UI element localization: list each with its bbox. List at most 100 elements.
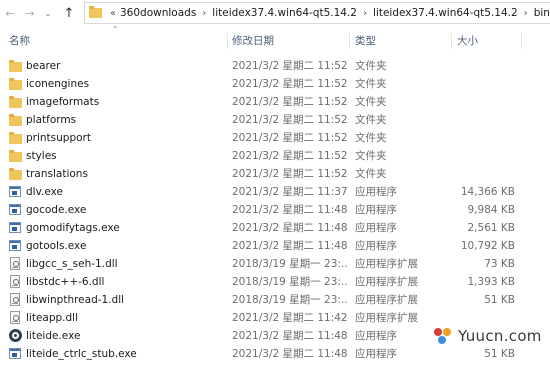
exe-icon: [9, 204, 21, 215]
file-date: 2021/3/2 星期二 11:52: [232, 168, 348, 180]
file-date: 2021/3/2 星期二 11:52: [232, 78, 348, 90]
column-header-type[interactable]: 类型: [355, 30, 376, 52]
file-date: 2021/3/2 星期二 11:37: [232, 186, 348, 198]
breadcrumb[interactable]: ‹‹ 360downloads › liteidex37.4.win64-qt5…: [84, 2, 550, 24]
list-item[interactable]: styles 2021/3/2 星期二 11:52 文件夹: [0, 147, 550, 165]
folder-icon: [9, 114, 22, 126]
column-header-date[interactable]: 修改日期: [232, 30, 274, 52]
file-size: [430, 165, 515, 183]
forward-icon[interactable]: →: [22, 2, 38, 24]
file-name: liteide.exe: [26, 330, 81, 342]
chevron-right-icon[interactable]: ›: [202, 8, 206, 19]
file-name: libwinpthread-1.dll: [26, 294, 125, 306]
dll-icon: [10, 311, 20, 324]
file-date: 2021/3/2 星期二 11:48: [232, 222, 348, 234]
file-size: 2,561 KB: [467, 222, 516, 234]
list-item[interactable]: gocode.exe 2021/3/2 星期二 11:48 应用程序 9,984 KB: [0, 201, 550, 219]
file-size: 10,792 KB: [460, 240, 515, 252]
list-item[interactable]: printsupport 2021/3/2 星期二 11:52 文件夹: [0, 129, 550, 147]
breadcrumb-item[interactable]: bin: [534, 7, 550, 19]
exe-icon: [9, 240, 21, 251]
watermark-logo-icon: [432, 325, 454, 347]
column-divider[interactable]: [521, 33, 522, 49]
file-date: 2018/3/19 星期一 23:...: [232, 294, 348, 306]
list-item[interactable]: translations 2021/3/2 星期二 11:52 文件夹: [0, 165, 550, 183]
column-header-row: ⌃ 名称 修改日期 类型 大小: [0, 25, 550, 52]
file-name: gotools.exe: [26, 240, 87, 252]
list-item[interactable]: platforms 2021/3/2 星期二 11:52 文件夹: [0, 111, 550, 129]
file-size: 51 KB: [484, 294, 515, 306]
column-divider[interactable]: [349, 33, 350, 49]
file-name: libstdc++-6.dll: [26, 276, 105, 288]
folder-icon: [9, 96, 22, 108]
exe-icon: [9, 186, 21, 197]
recent-locations-icon[interactable]: ⌄: [40, 2, 56, 24]
file-date: 2021/3/2 星期二 11:48: [232, 204, 348, 216]
breadcrumb-item[interactable]: 360downloads: [120, 7, 196, 19]
list-item[interactable]: libgcc_s_seh-1.dll 2018/3/19 星期一 23:... 应用…: [0, 255, 550, 273]
file-date: 2021/3/2 星期二 11:48: [232, 348, 348, 360]
list-item[interactable]: libwinpthread-1.dll 2018/3/19 星期一 23:... 应…: [0, 291, 550, 309]
file-date: 2018/3/19 星期一 23:...: [232, 276, 348, 288]
breadcrumb-item[interactable]: liteidex37.4.win64-qt5.14.2: [373, 7, 518, 19]
exe-icon: [9, 348, 21, 359]
list-item[interactable]: gotools.exe 2021/3/2 星期二 11:48 应用程序 10,792 …: [0, 237, 550, 255]
up-icon[interactable]: ↑: [60, 2, 78, 24]
file-date: 2021/3/2 星期二 11:52: [232, 132, 348, 144]
file-name: printsupport: [26, 132, 91, 144]
watermark: Yuucn.com: [432, 322, 550, 350]
exe-icon: [9, 222, 21, 233]
file-name: styles: [26, 150, 57, 162]
folder-icon: [9, 60, 22, 72]
chevron-right-icon[interactable]: ›: [363, 8, 367, 19]
list-item[interactable]: bearer 2021/3/2 星期二 11:52 文件夹: [0, 57, 550, 75]
file-date: 2021/3/2 星期二 11:52: [232, 60, 348, 72]
folder-icon: [9, 150, 22, 162]
chevron-right-icon[interactable]: ›: [524, 8, 528, 19]
column-header-name[interactable]: 名称: [9, 30, 30, 52]
file-date: 2021/3/2 星期二 11:52: [232, 96, 348, 108]
file-size: 73 KB: [484, 258, 515, 270]
file-size: [430, 57, 515, 75]
breadcrumb-item[interactable]: liteidex37.4.win64-qt5.14.2: [212, 7, 357, 19]
overflow-chevron-icon[interactable]: ‹‹: [110, 8, 116, 19]
list-item[interactable]: libstdc++-6.dll 2018/3/19 星期一 23:... 应用程序扩…: [0, 273, 550, 291]
file-size: [430, 93, 515, 111]
file-name: platforms: [26, 114, 77, 126]
back-icon[interactable]: ←: [2, 2, 18, 24]
file-date: 2021/3/2 星期二 11:42: [232, 312, 348, 324]
column-divider[interactable]: [451, 33, 452, 49]
file-size: [430, 129, 515, 147]
file-name: libgcc_s_seh-1.dll: [26, 258, 118, 270]
file-size: 9,984 KB: [467, 204, 516, 216]
file-size: [430, 75, 515, 93]
file-name: bearer: [26, 60, 61, 72]
folder-icon: [9, 132, 22, 144]
folder-icon: [9, 78, 22, 90]
dll-icon: [10, 293, 20, 306]
column-header-size[interactable]: 大小: [457, 30, 478, 52]
file-date: 2021/3/2 星期二 11:52: [232, 114, 348, 126]
list-item[interactable]: imageformats 2021/3/2 星期二 11:52 文件夹: [0, 93, 550, 111]
list-item[interactable]: gomodifytags.exe 2021/3/2 星期二 11:48 应用程序 2,…: [0, 219, 550, 237]
dll-icon: [10, 257, 20, 270]
address-bar: ← → ⌄ ↑ ‹‹ 360downloads › liteidex37.4.w…: [0, 0, 550, 26]
watermark-text: Yuucn.com: [458, 327, 542, 345]
file-name: gocode.exe: [26, 204, 87, 216]
file-name: dlv.exe: [26, 186, 63, 198]
file-date: 2021/3/2 星期二 11:48: [232, 330, 348, 342]
list-item[interactable]: iconengines 2021/3/2 星期二 11:52 文件夹: [0, 75, 550, 93]
file-date: 2021/3/2 星期二 11:52: [232, 150, 348, 162]
file-date: 2021/3/2 星期二 11:48: [232, 240, 348, 252]
file-size: [430, 111, 515, 129]
dll-icon: [10, 275, 20, 288]
file-name: translations: [26, 168, 88, 180]
file-name: liteide_ctrlc_stub.exe: [26, 348, 137, 360]
column-divider[interactable]: [227, 33, 228, 49]
list-item[interactable]: dlv.exe 2021/3/2 星期二 11:37 应用程序 14,366 KB: [0, 183, 550, 201]
file-date: 2018/3/19 星期一 23:...: [232, 258, 348, 270]
file-list: bearer 2021/3/2 星期二 11:52 文件夹 iconengines 2…: [0, 57, 550, 363]
file-name: gomodifytags.exe: [26, 222, 120, 234]
file-size: [430, 147, 515, 165]
file-size: 1,393 KB: [467, 276, 516, 288]
